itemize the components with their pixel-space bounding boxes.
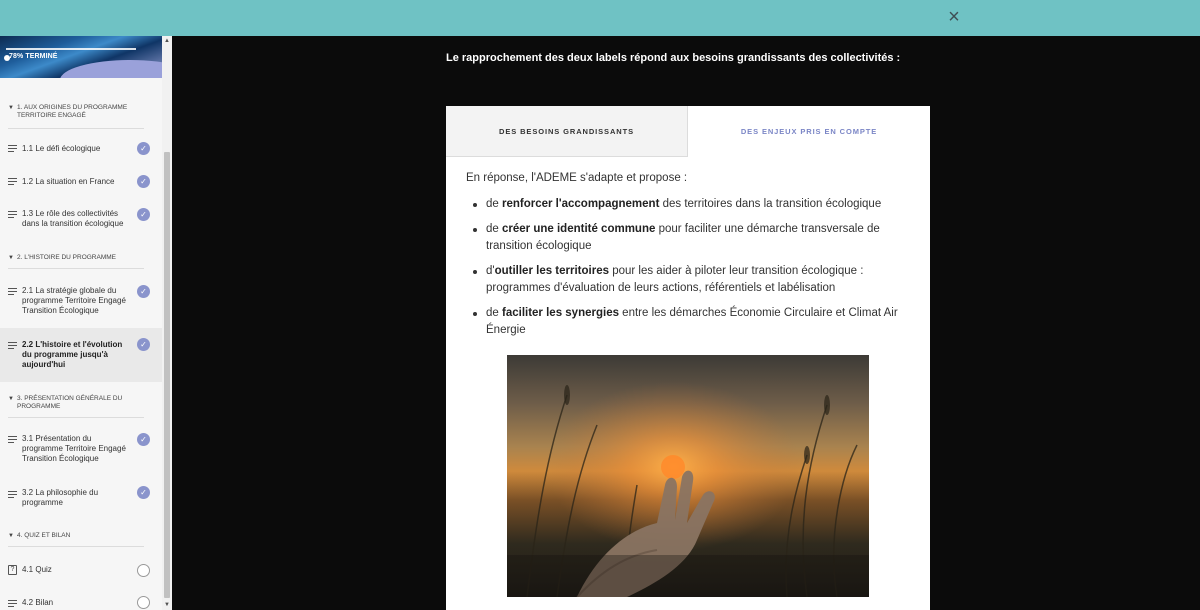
sidebar-lesson-2-1[interactable]: 2.1 La stratégie globale du programme Te…: [0, 280, 162, 322]
scroll-down-icon[interactable]: ▼: [164, 602, 170, 608]
lesson-lines-icon: [8, 288, 17, 295]
check-icon: ✓: [137, 175, 150, 188]
divider: [8, 128, 144, 129]
lesson-lines-icon: [8, 600, 17, 607]
section-heading[interactable]: ▼ 4. QUIZ ET BILAN: [8, 532, 144, 540]
sidebar-lesson-1-2[interactable]: 1.2 La situation en France ✓: [0, 169, 162, 195]
sidebar-lesson-3-1[interactable]: 3.1 Présentation du programme Territoire…: [0, 428, 162, 470]
incomplete-circle-icon: [137, 596, 150, 609]
bullet-item: de créer une identité commune pour facil…: [466, 221, 906, 255]
tab-enjeux-pris-en-compte[interactable]: DES ENJEUX PRIS EN COMPTE: [688, 106, 930, 157]
sidebar-lesson-1-1[interactable]: 1.1 Le défi écologique ✓: [0, 136, 162, 162]
sidebar-lesson-2-2[interactable]: 2.2 L'histoire et l'évolution du program…: [0, 328, 162, 382]
scroll-up-icon[interactable]: ▲: [164, 38, 170, 44]
sidebar-scrollbar[interactable]: ▲ ▼: [162, 36, 172, 610]
check-icon: ✓: [137, 486, 150, 499]
check-icon: ✓: [137, 338, 150, 351]
lesson-lines-icon: [8, 145, 17, 152]
section-heading[interactable]: ▼ 2. L'HISTOIRE DU PROGRAMME: [8, 254, 144, 262]
intro-text: Le rapprochement des deux labels répond …: [446, 52, 901, 64]
progress-label: 78% TERMINÉ: [9, 53, 58, 60]
quiz-icon: ?: [8, 565, 17, 575]
close-icon[interactable]: ×: [943, 6, 965, 28]
divider: [8, 268, 144, 269]
lesson-lines-icon: [8, 178, 17, 185]
course-sidebar: 78% TERMINÉ ▼ 1. AUX ORIGINES DU PROGRAM…: [0, 36, 162, 610]
sunset-hand-photo: [507, 355, 869, 597]
caret-down-icon: ▼: [8, 255, 14, 261]
scrollbar-thumb[interactable]: [164, 152, 170, 598]
tab-besoins-grandissants[interactable]: DES BESOINS GRANDISSANTS: [446, 106, 688, 157]
sidebar-lesson-3-2[interactable]: 3.2 La philosophie du programme ✓: [0, 482, 162, 514]
check-icon: ✓: [137, 433, 150, 446]
progress-bar: [6, 48, 136, 50]
caret-down-icon: ▼: [8, 396, 14, 402]
section-heading[interactable]: ▼ 1. AUX ORIGINES DU PROGRAMME TERRITOIR…: [8, 104, 144, 120]
divider: [8, 417, 144, 418]
sidebar-lesson-4-2[interactable]: 4.2 Bilan: [0, 593, 162, 610]
lesson-lines-icon: [8, 342, 17, 349]
check-icon: ✓: [137, 142, 150, 155]
sidebar-lesson-4-1[interactable]: ? 4.1 Quiz: [0, 560, 162, 582]
panel-lead-text: En réponse, l'ADEME s'adapte et propose …: [466, 172, 688, 184]
lesson-lines-icon: [8, 436, 17, 443]
bullet-item: de renforcer l'accompagnement des territ…: [466, 196, 906, 213]
divider: [8, 546, 144, 547]
caret-down-icon: ▼: [8, 533, 14, 539]
sidebar-lesson-1-3[interactable]: 1.3 Le rôle des collectivités dans la tr…: [0, 202, 162, 234]
lesson-lines-icon: [8, 211, 17, 218]
tabs-card: DES BESOINS GRANDISSANTS DES ENJEUX PRIS…: [446, 106, 930, 610]
section-heading[interactable]: ▼ 3. PRÉSENTATION GÉNÉRALE DU PROGRAMME: [8, 395, 144, 411]
incomplete-circle-icon: [137, 564, 150, 577]
bullet-item: d'outiller les territoires pour les aide…: [466, 263, 906, 297]
bullet-item: de faciliter les synergies entre les dém…: [466, 305, 906, 339]
lesson-lines-icon: [8, 491, 17, 498]
check-icon: ✓: [137, 208, 150, 221]
caret-down-icon: ▼: [8, 105, 14, 111]
top-bar: ×: [0, 0, 1200, 36]
course-banner: 78% TERMINÉ: [0, 36, 162, 78]
bullet-list: de renforcer l'accompagnement des territ…: [466, 196, 906, 347]
check-icon: ✓: [137, 285, 150, 298]
